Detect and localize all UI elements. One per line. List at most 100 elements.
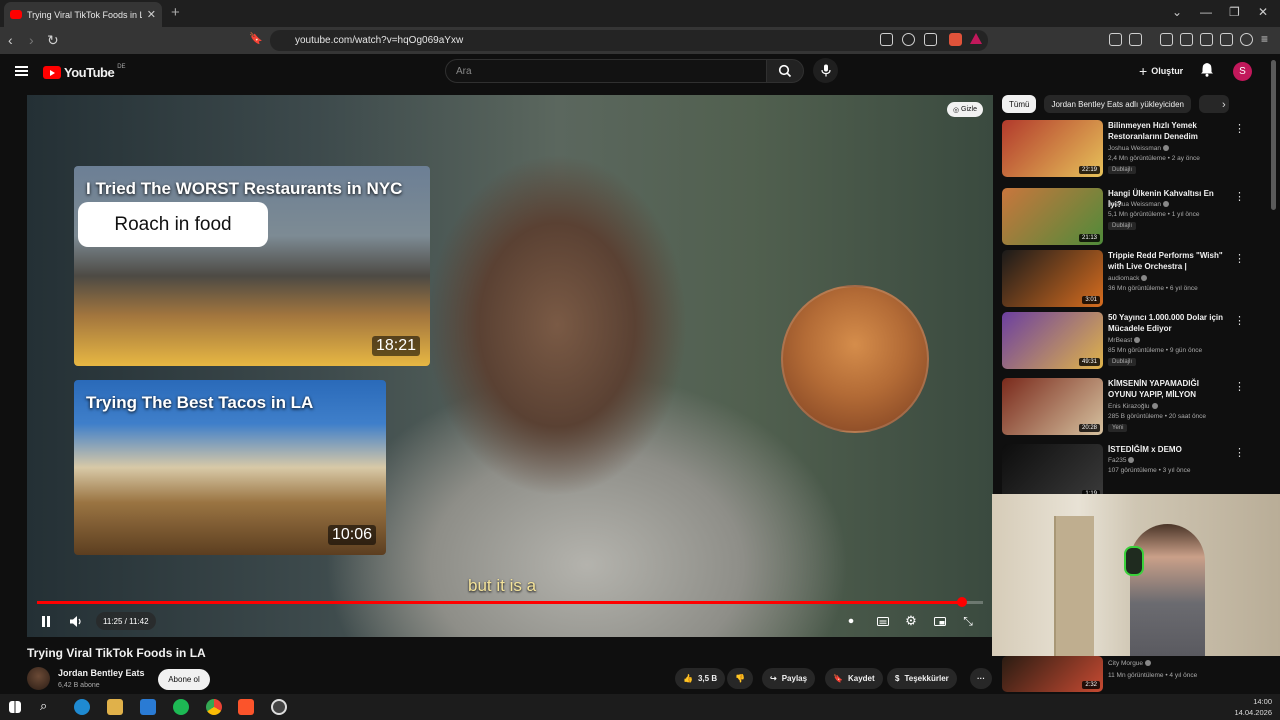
more-vertical-icon[interactable]: ⋮	[1234, 314, 1245, 327]
system-clock[interactable]: 14:00 14.04.2026	[1234, 696, 1272, 718]
brave-rewards-icon[interactable]	[970, 33, 982, 44]
fullscreen-exit-button[interactable]: ⤡	[959, 609, 977, 633]
subtitles-button[interactable]	[874, 609, 892, 633]
video-title-link[interactable]: Bilinmeyen Hızlı Yemek Restoranlarını De…	[1108, 120, 1228, 142]
video-thumbnail[interactable]: 21:13	[1002, 188, 1103, 245]
channel-name[interactable]: Jordan Bentley Eats	[58, 668, 145, 678]
recommended-video[interactable]: 22:19 Bilinmeyen Hızlı Yemek Restoranları…	[1002, 120, 1252, 178]
hamburger-menu-icon[interactable]	[15, 66, 28, 76]
search-button[interactable]	[766, 59, 804, 83]
browser-tab[interactable]: Trying Viral TikTok Foods in LA ✕	[4, 2, 162, 27]
store-icon[interactable]	[140, 699, 156, 715]
video-title-link[interactable]: 50 Yayıncı 1.000.000 Dolar için Mücadele…	[1108, 312, 1228, 334]
video-thumbnail[interactable]: 49:31	[1002, 312, 1103, 369]
brave-shields-icon[interactable]	[949, 33, 962, 46]
close-window-button[interactable]: ✕	[1258, 5, 1268, 19]
chip-next-arrow-icon[interactable]: ›	[1222, 99, 1226, 111]
channel-avatar[interactable]	[27, 667, 50, 690]
video-thumbnail[interactable]: 22:19	[1002, 120, 1103, 177]
maximize-button[interactable]: ❐	[1229, 5, 1240, 19]
video-title-link[interactable]: KİMSENİN YAPAMADIĞI OYUNU YAPIP, MİLYON …	[1108, 378, 1228, 400]
progress-bar[interactable]	[37, 597, 983, 607]
notifications-button[interactable]	[1200, 62, 1214, 82]
recommended-video[interactable]: 2:32 City Morgue 11 Mn görüntüleme • 4 y…	[1002, 656, 1252, 692]
recommended-video[interactable]: 3:01 Trippie Redd Performs "Wish" with Li…	[1002, 250, 1252, 308]
video-title-link[interactable]: Trippie Redd Performs "Wish" with Live O…	[1108, 250, 1228, 272]
more-vertical-icon[interactable]: ⋮	[1234, 252, 1245, 265]
video-player[interactable]: ◎ Gizle I Tried The WORST Restaurants in…	[27, 95, 993, 637]
brave-icon[interactable]	[238, 699, 254, 715]
recommended-video[interactable]: 49:31 50 Yayıncı 1.000.000 Dolar için Müc…	[1002, 312, 1252, 370]
video-thumbnail[interactable]: 3:01	[1002, 250, 1103, 307]
share-icon[interactable]	[924, 33, 937, 46]
page-scrollbar[interactable]	[1271, 60, 1276, 210]
menu-icon[interactable]: ≡	[1261, 32, 1268, 46]
youtube-logo[interactable]: YouTube DE	[43, 64, 126, 80]
search-input[interactable]	[456, 65, 766, 77]
account-avatar[interactable]: S	[1233, 62, 1252, 81]
more-vertical-icon[interactable]: ⋮	[1234, 122, 1245, 135]
save-button[interactable]: 🔖 Kaydet	[825, 668, 883, 689]
sidebar-icon[interactable]	[1180, 33, 1193, 46]
subscriber-count: 6,42 B abone	[58, 682, 100, 689]
reload-icon[interactable]: ↻	[47, 32, 59, 49]
edge-icon[interactable]	[74, 699, 90, 715]
endscreen-channel-avatar[interactable]	[781, 285, 929, 433]
wallet-icon[interactable]	[1200, 33, 1213, 46]
share-button[interactable]: ↪ Paylaş	[762, 668, 816, 689]
subscribe-button[interactable]: Abone ol	[158, 669, 210, 690]
volume-button[interactable]	[67, 609, 85, 633]
windows-start-icon[interactable]	[9, 701, 21, 713]
tab-list-icon[interactable]: ⌄	[1172, 5, 1182, 19]
thanks-icon: $	[895, 674, 900, 683]
dislike-button[interactable]: 👎	[727, 668, 753, 689]
autoplay-toggle[interactable]: ⏺	[842, 609, 860, 633]
bookmark-icon[interactable]: 🔖	[249, 32, 263, 45]
reader-mode-icon[interactable]	[880, 33, 893, 46]
like-button[interactable]: 👍 3,5 B	[675, 668, 726, 689]
zoom-icon[interactable]	[902, 33, 915, 46]
recommended-video[interactable]: 21:13 Hangi Ülkenin Kahvaltısı En İyi? Jos…	[1002, 188, 1252, 246]
endscreen-video-card[interactable]: I Tried The WORST Restaurants in NYC Roa…	[74, 166, 430, 366]
minimize-button[interactable]: —	[1200, 5, 1212, 19]
video-thumbnail[interactable]: 20:28	[1002, 378, 1103, 435]
chip-from-uploader[interactable]: Jordan Bentley Eats adlı yükleyiciden	[1044, 95, 1191, 113]
filter-chips: Tümü Jordan Bentley Eats adlı yükleyicid…	[1002, 95, 1242, 113]
verified-icon	[1128, 457, 1135, 464]
scrubber-handle[interactable]	[957, 597, 968, 607]
recommended-video[interactable]: 20:28 KİMSENİN YAPAMADIĞI OYUNU YAPIP, Mİ…	[1002, 378, 1252, 436]
chrome-icon[interactable]	[206, 699, 222, 715]
more-actions-button[interactable]: ···	[970, 668, 992, 689]
back-button[interactable]: ‹	[8, 32, 13, 48]
close-tab-icon[interactable]: ✕	[147, 8, 156, 21]
video-thumbnail[interactable]: 1:19	[1002, 444, 1103, 501]
endscreen-video-card[interactable]: Trying The Best Tacos in LA 10:06	[74, 380, 386, 555]
more-vertical-icon[interactable]: ⋮	[1234, 446, 1245, 459]
video-title-link[interactable]: İSTEDİĞİM x DEMO	[1108, 444, 1228, 455]
create-button[interactable]: + Oluştur	[1133, 61, 1189, 81]
voice-search-button[interactable]	[813, 58, 838, 83]
video-channel: Enis Kirazoğlu	[1108, 403, 1158, 410]
thanks-button[interactable]: $ Teşekkürler	[887, 668, 957, 689]
settings-button[interactable]: ⚙	[902, 609, 920, 633]
tab-title: Trying Viral TikTok Foods in LA	[27, 9, 142, 20]
spotify-icon[interactable]	[173, 699, 189, 715]
new-tab-button[interactable]: +	[171, 4, 180, 21]
search-taskbar-icon[interactable]: ⌕	[40, 698, 56, 714]
chip-all[interactable]: Tümü	[1002, 95, 1037, 113]
more-vertical-icon[interactable]: ⋮	[1234, 380, 1245, 393]
file-explorer-icon[interactable]	[107, 699, 123, 715]
extensions-icon[interactable]	[1109, 33, 1122, 46]
miniplayer-button[interactable]	[931, 609, 949, 633]
pause-button[interactable]	[37, 609, 55, 633]
vpn-icon[interactable]	[1240, 33, 1253, 46]
obs-icon[interactable]	[271, 699, 287, 715]
more-vertical-icon[interactable]: ⋮	[1234, 190, 1245, 203]
hide-endcards-button[interactable]: ◎ Gizle	[946, 102, 983, 117]
leo-ai-icon[interactable]	[1220, 33, 1233, 46]
media-icon[interactable]	[1160, 33, 1173, 46]
youtube-play-icon	[43, 66, 61, 79]
video-thumbnail[interactable]: 2:32	[1002, 656, 1103, 692]
screenshot-icon[interactable]	[1129, 33, 1142, 46]
forward-button[interactable]: ›	[29, 32, 34, 48]
